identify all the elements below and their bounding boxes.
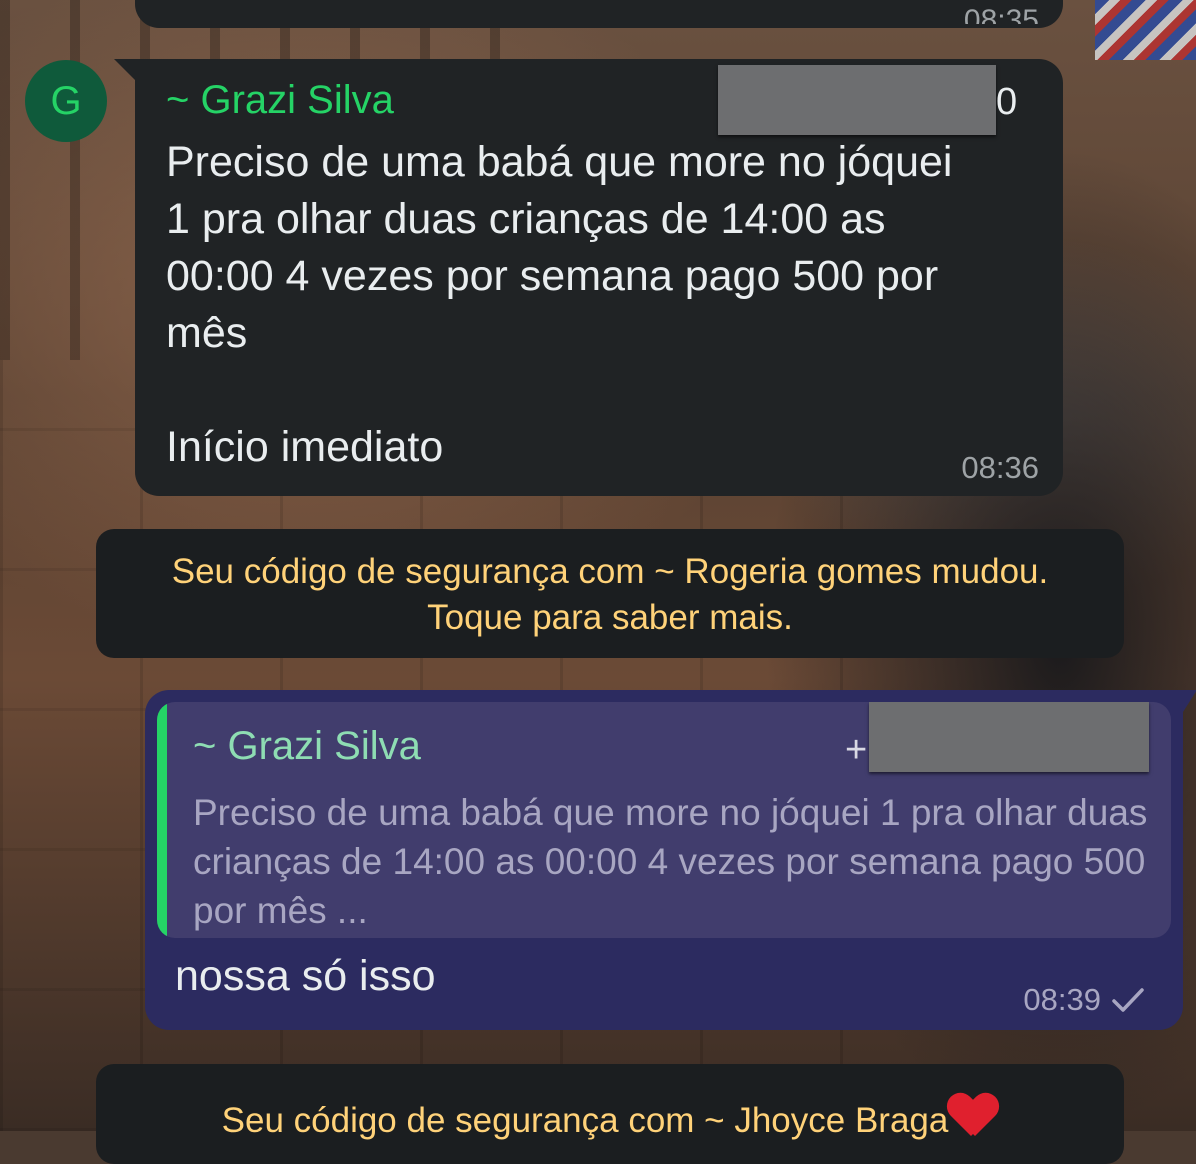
quoted-message[interactable]: ~ Grazi Silva + Preciso de uma babá que … [157,702,1171,938]
message-meta: 08:39 [1023,982,1145,1018]
notice-line: Seu código de segurança com ~ Rogeria go… [171,552,1049,591]
quote-accent-bar [157,702,167,938]
sender-name[interactable]: ~ Grazi Silva [166,76,394,124]
redacted-phone-number [718,65,996,135]
single-check-icon [1111,986,1145,1014]
outgoing-message-bubble[interactable]: ~ Grazi Silva + Preciso de uma babá que … [145,690,1183,1030]
security-code-notice[interactable]: Seu código de segurança com ~ Jhoyce Bra… [96,1064,1124,1164]
previous-message-bubble[interactable]: 08:35 [135,0,1063,28]
sender-phone-partial: 0 [996,81,1018,123]
quoted-text: Preciso de uma babá que more no jóquei 1… [193,792,1148,931]
sender-avatar[interactable]: G [25,60,107,142]
redacted-phone-number [869,702,1149,772]
message-text: Preciso de uma babá que more no jóquei 1… [166,138,953,471]
red-heart-icon [948,1092,998,1138]
incoming-message-bubble[interactable]: ~ Grazi Silva 0 Preciso de uma babá que … [135,59,1063,496]
quoted-phone-prefix: + [845,729,868,771]
message-time: 08:36 [961,450,1039,485]
notice-line: Toque para saber mais. [427,598,793,637]
bubble-tail [1183,690,1196,712]
message-time: 08:35 [963,6,1039,24]
bubble-tail [114,59,136,81]
message-text: nossa só isso [175,952,436,1000]
quoted-sender-name: ~ Grazi Silva [193,724,421,768]
notice-line: Seu código de segurança com ~ Jhoyce Bra… [221,1101,949,1140]
avatar-letter: G [50,78,82,123]
wallpaper-flag [1095,0,1196,60]
message-time: 08:39 [1023,982,1101,1017]
security-code-notice[interactable]: Seu código de segurança com ~ Rogeria go… [96,529,1124,658]
